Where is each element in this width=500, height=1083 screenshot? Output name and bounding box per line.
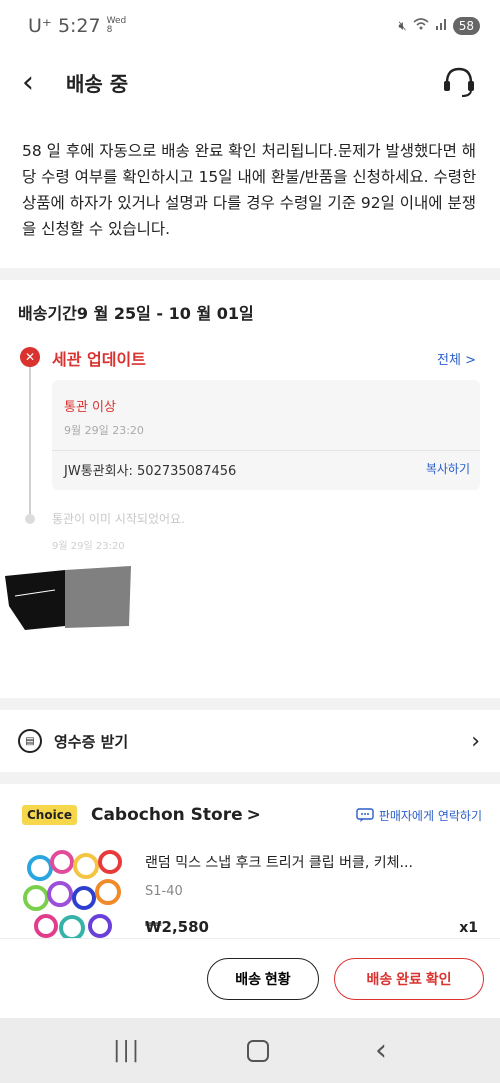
battery-indicator: 58 — [452, 17, 480, 35]
receipt-row[interactable]: ▤ 영수증 받기 › — [0, 710, 500, 772]
mute-icon: 🔇︎ — [398, 18, 407, 34]
section-divider — [0, 268, 500, 280]
event-status: 통관 이상 — [64, 400, 116, 415]
header: ‹ 배송 중 — [0, 52, 500, 112]
chat-icon — [356, 808, 374, 822]
bottom-action-bar: 배송 현황 배송 완료 확인 — [0, 938, 500, 1018]
event-status-faded: 통관이 이미 시작되었어요. — [52, 512, 185, 526]
event-time: 9월 29일 23:20 — [64, 424, 144, 437]
customs-event-card: 통관 이상 9월 29일 23:20 JW통관회사: 502735087456 … — [52, 380, 480, 490]
back-arrow-icon[interactable]: ‹ — [22, 65, 56, 100]
copy-tracking-button[interactable]: 복사하기 — [426, 460, 470, 477]
delivery-status-button[interactable]: 배송 현황 — [207, 958, 319, 1000]
redacted-scribble — [5, 566, 131, 630]
timeline-dot — [25, 514, 35, 524]
system-nav-bar: ||| ‹ — [0, 1018, 500, 1083]
choice-badge: Choice — [22, 805, 77, 825]
recents-icon[interactable]: ||| — [113, 1038, 141, 1063]
headset-support-icon[interactable] — [440, 63, 478, 101]
store-row: Choice Cabochon Store > 판매자에게 연락하기 — [22, 800, 482, 830]
status-right: 🔇︎ 58 — [399, 17, 480, 35]
receipt-icon: ▤ — [18, 729, 42, 753]
wifi-icon — [413, 18, 429, 34]
status-bar: U⁺ 5:27 Wed 8 🔇︎ 58 — [0, 0, 500, 52]
auto-confirm-notice: 58 일 후에 자동으로 배송 완료 확인 처리됩니다.문제가 발생했다면 해당… — [22, 142, 477, 238]
store-name-link[interactable]: Cabochon Store — [91, 805, 243, 825]
page-title: 배송 중 — [66, 71, 129, 96]
receipt-label: 영수증 받기 — [54, 732, 129, 751]
status-left: U⁺ 5:27 Wed 8 — [28, 15, 126, 37]
home-icon[interactable] — [247, 1039, 270, 1062]
clock: 5:27 — [57, 15, 101, 37]
status-date: Wed 8 — [107, 17, 127, 35]
chevron-right-icon: › — [471, 728, 480, 754]
error-x-icon: ✕ — [20, 347, 40, 367]
product-quantity: x1 — [459, 920, 478, 936]
tracking-number: JW통관회사: 502735087456 — [64, 464, 237, 479]
view-all-link[interactable]: 전체 > — [437, 349, 476, 368]
section-divider — [0, 772, 500, 784]
store-arrow[interactable]: > — [247, 805, 261, 825]
customs-update-title: 세관 업데이트 — [52, 350, 146, 369]
product-title[interactable]: 랜덤 믹스 스냅 후크 트리거 클립 버클, 키체... — [145, 852, 475, 872]
section-divider — [0, 698, 500, 710]
confirm-delivery-button[interactable]: 배송 완료 확인 — [334, 958, 484, 1000]
delivery-period: 배송기간9 월 25일 - 10 월 01일 — [18, 304, 254, 323]
contact-seller-label: 판매자에게 연락하기 — [378, 808, 482, 823]
card-divider — [52, 450, 480, 451]
product-price: ₩2,580 — [145, 918, 209, 936]
status-date-num: 8 — [106, 25, 113, 35]
timeline-line — [29, 358, 31, 518]
product-thumbnail[interactable] — [22, 848, 142, 938]
signal-icon — [435, 18, 447, 34]
contact-seller-link[interactable]: 판매자에게 연락하기 — [356, 807, 482, 824]
carrier-label: U⁺ — [28, 15, 52, 37]
event-time-faded: 9월 29일 23:20 — [52, 541, 125, 552]
system-back-icon[interactable]: ‹ — [375, 1033, 387, 1068]
product-variant: S1-40 — [145, 884, 183, 899]
